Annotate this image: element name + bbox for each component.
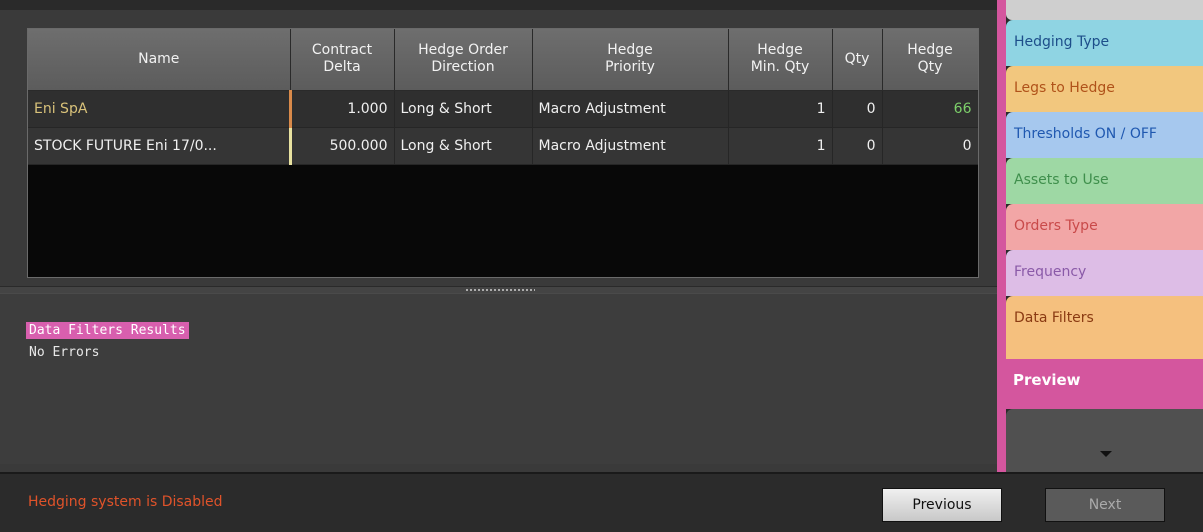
tab-preview[interactable]: Preview — [1006, 359, 1203, 409]
next-button[interactable]: Next — [1045, 488, 1165, 522]
table-header-row: Name Contract Delta Hedge Order Directio… — [28, 29, 978, 91]
cell-hedge-order-direction: Long & Short — [394, 127, 533, 165]
table-row[interactable]: STOCK FUTURE Eni 17/0... 500.000 Long & … — [28, 127, 978, 165]
cell-hedge-priority: Macro Adjustment — [532, 127, 729, 165]
tab-legs-to-hedge[interactable]: Legs to Hedge — [1006, 66, 1203, 112]
hedge-table: Name Contract Delta Hedge Order Directio… — [28, 29, 978, 165]
previous-button[interactable]: Previous — [882, 488, 1002, 522]
tab-orders-type[interactable]: Orders Type — [1006, 204, 1203, 250]
column-header-hedge-order-direction[interactable]: Hedge Order Direction — [394, 29, 533, 91]
column-header-hedge-min-qty[interactable]: Hedge Min. Qty — [728, 29, 833, 91]
splitter-grip-icon[interactable] — [465, 288, 535, 292]
cell-hedge-qty: 66 — [882, 90, 978, 128]
tab-frequency[interactable]: Frequency — [1006, 250, 1203, 296]
cell-hedge-qty: 0 — [882, 127, 978, 165]
column-header-name[interactable]: Name — [28, 29, 291, 91]
cell-qty: 0 — [832, 127, 883, 165]
tab-thresholds-on-off[interactable]: Thresholds ON / OFF — [1006, 112, 1203, 158]
column-header-hedge-qty[interactable]: Hedge Qty — [882, 29, 978, 91]
tab-scroll-area[interactable] — [1006, 409, 1203, 472]
panel-splitter[interactable] — [0, 286, 1000, 294]
tab-assets-to-use[interactable]: Assets to Use — [1006, 158, 1203, 204]
table-row[interactable]: Eni SpA 1.000 Long & Short Macro Adjustm… — [28, 90, 978, 128]
cell-qty: 0 — [832, 90, 883, 128]
log-title: Data Filters Results — [26, 322, 189, 339]
cell-name: Eni SpA — [28, 90, 292, 128]
column-header-qty[interactable]: Qty — [832, 29, 883, 91]
cell-name: STOCK FUTURE Eni 17/0... — [28, 127, 292, 165]
cell-hedge-min-qty: 1 — [728, 127, 833, 165]
scroll-down-icon[interactable] — [1100, 451, 1112, 457]
column-header-hedge-priority[interactable]: Hedge Priority — [532, 29, 729, 91]
cell-contract-delta: 500.000 — [290, 127, 395, 165]
tab-accent-strip — [997, 0, 1006, 472]
tab-data-filters[interactable]: Data Filters — [1006, 296, 1203, 359]
tab-top-edge — [1006, 0, 1203, 20]
footer-bar: Hedging system is Disabled Previous Next — [0, 472, 1203, 532]
log-message: No Errors — [29, 345, 100, 360]
hedge-preview-grid: Name Contract Delta Hedge Order Directio… — [27, 28, 979, 278]
status-message: Hedging system is Disabled — [28, 494, 223, 510]
cell-hedge-priority: Macro Adjustment — [532, 90, 729, 128]
column-header-contract-delta[interactable]: Contract Delta — [290, 29, 395, 91]
cell-hedge-min-qty: 1 — [728, 90, 833, 128]
cell-hedge-order-direction: Long & Short — [394, 90, 533, 128]
wizard-steps-sidebar: Hedging Type Legs to Hedge Thresholds ON… — [997, 0, 1203, 472]
log-panel: Data Filters Results No Errors — [0, 294, 1000, 464]
cell-contract-delta: 1.000 — [290, 90, 395, 128]
tab-hedging-type[interactable]: Hedging Type — [1006, 20, 1203, 66]
